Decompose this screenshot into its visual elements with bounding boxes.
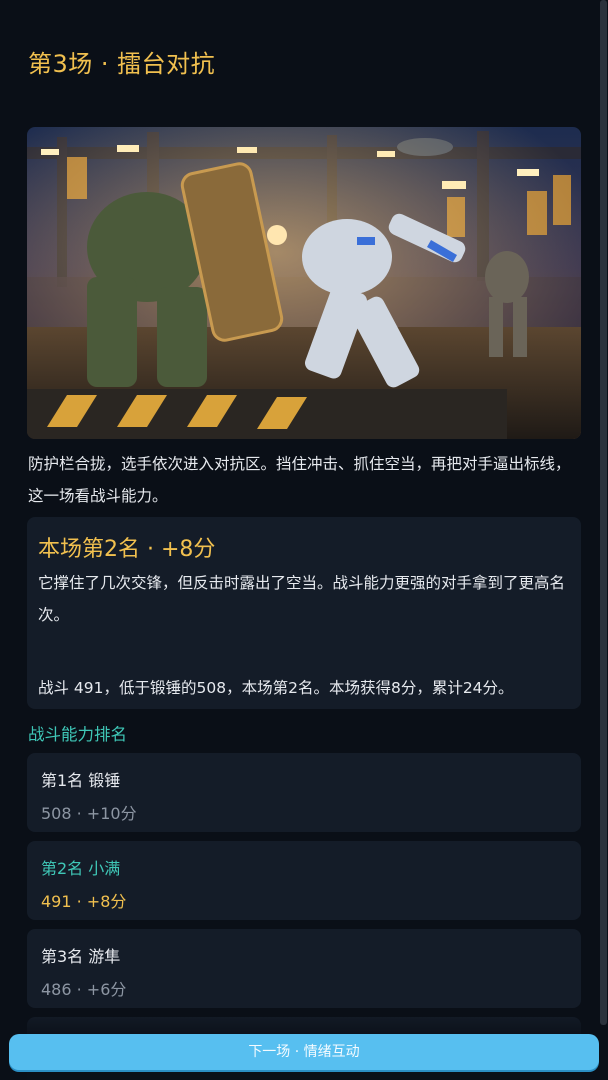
scrollbar[interactable]: [600, 0, 607, 1025]
arena-battle-image: [27, 127, 581, 439]
page-title: 第3场 · 擂台对抗: [28, 50, 216, 78]
ranking-item-title: 第2名 小满: [41, 859, 121, 878]
next-match-button[interactable]: 下一场 · 情绪互动: [9, 1034, 599, 1070]
scroll-content[interactable]: 第3场 · 擂台对抗 防护栏合拢，选手依次进入对抗区。挡住冲击、抓住空当，再把对…: [0, 0, 598, 1080]
ranking-item: 第1名 锻锤 508 · +10分: [27, 753, 581, 832]
result-description: 它撑住了几次交锋，但反击时露出了空当。战斗能力更强的对手拿到了更高名次。: [38, 574, 566, 624]
result-stat-line: 战斗 491，低于锻锤的508，本场第2名。本场获得8分，累计24分。: [38, 679, 514, 697]
ranking-item-detail: 508 · +10分: [41, 804, 137, 823]
match-result-card: 本场第2名 · +8分 它撑住了几次交锋，但反击时露出了空当。战斗能力更强的对手…: [27, 517, 581, 709]
ranking-item-current: 第2名 小满 491 · +8分: [27, 841, 581, 920]
match-intro-text: 防护栏合拢，选手依次进入对抗区。挡住冲击、抓住空当，再把对手逼出标线，这一场看战…: [28, 455, 571, 505]
ranking-section-label: 战斗能力排名: [28, 725, 127, 744]
ranking-item: 第3名 游隼 486 · +6分: [27, 929, 581, 1008]
ranking-item-title: 第3名 游隼: [41, 947, 121, 966]
match-page: 第3场 · 擂台对抗 防护栏合拢，选手依次进入对抗区。挡住冲击、抓住空当，再把对…: [0, 0, 608, 1080]
ranking-item-title: 第1名 锻锤: [41, 771, 121, 790]
result-heading: 本场第2名 · +8分: [38, 537, 216, 562]
ranking-item-detail: 486 · +6分: [41, 980, 127, 999]
ranking-item-detail: 491 · +8分: [41, 892, 127, 911]
